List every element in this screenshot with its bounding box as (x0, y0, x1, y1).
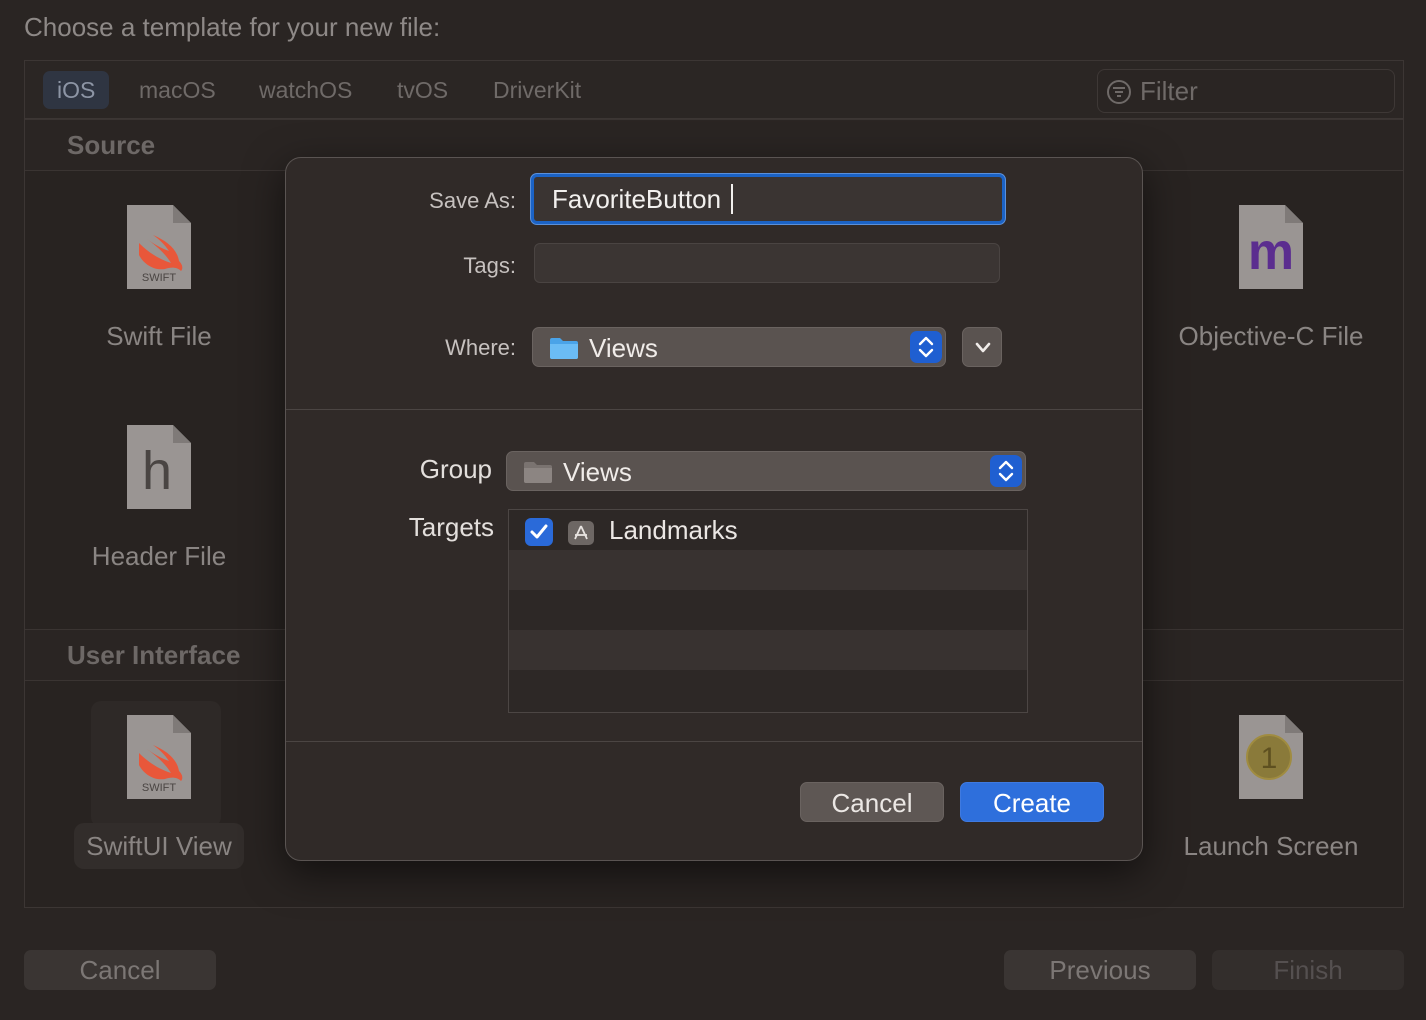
swift-file-icon: SWIFT (127, 205, 191, 289)
filter-field[interactable] (1097, 69, 1395, 113)
template-objc-file[interactable]: m Objective-C File (1179, 203, 1363, 373)
chooser-cancel-button[interactable]: Cancel (24, 950, 216, 990)
group-stepper (990, 455, 1022, 487)
previous-button[interactable]: Previous (1004, 950, 1196, 990)
objc-file-icon: m (1239, 205, 1303, 289)
tags-field[interactable] (534, 243, 1000, 283)
filter-input[interactable] (1140, 74, 1380, 108)
save-sheet: Save As: Tags: Where: Views Group Views (285, 157, 1143, 861)
swiftui-file-icon: SWIFT (127, 715, 191, 799)
app-target-icon (568, 521, 594, 545)
folder-icon (524, 462, 552, 483)
header-file-icon: h (127, 425, 191, 509)
template-swift-file[interactable]: SWIFT Swift File (69, 203, 249, 373)
template-label: SwiftUI View (74, 823, 244, 869)
target-checkbox[interactable] (525, 518, 553, 546)
tab-macos[interactable]: macOS (125, 71, 230, 109)
template-swiftui-view[interactable]: SWIFT SwiftUI View (69, 701, 249, 883)
section-title: Source (67, 130, 156, 160)
target-name: Landmarks (609, 515, 738, 545)
targets-label: Targets (408, 512, 494, 542)
where-value: Views (589, 333, 658, 363)
finish-button[interactable]: Finish (1212, 950, 1404, 990)
cancel-button[interactable]: Cancel (800, 782, 944, 822)
tab-watchos[interactable]: watchOS (245, 71, 366, 109)
checkmark-icon (530, 524, 548, 539)
empty-row (509, 670, 1027, 710)
up-down-chevron-icon (998, 460, 1014, 482)
group-value: Views (563, 457, 632, 487)
target-row[interactable]: Landmarks (509, 510, 1027, 550)
swift-icon-text: SWIFT (142, 272, 176, 284)
empty-row (509, 630, 1027, 670)
create-button[interactable]: Create (960, 782, 1104, 822)
chooser-title: Choose a template for your new file: (24, 12, 441, 42)
swiftui-icon-text: SWIFT (142, 782, 176, 794)
group-popup[interactable]: Views (506, 451, 1026, 491)
header-icon-text: h (142, 441, 172, 501)
expand-browser-button[interactable] (962, 327, 1002, 367)
sheet-divider (286, 409, 1142, 410)
save-as-field[interactable] (531, 174, 1005, 224)
folder-icon (550, 338, 578, 359)
filter-icon (1107, 80, 1131, 104)
up-down-chevron-icon (918, 336, 934, 358)
where-popup[interactable]: Views (532, 327, 946, 367)
targets-list: Landmarks (508, 509, 1028, 713)
where-stepper (910, 331, 942, 363)
tab-ios[interactable]: iOS (43, 71, 110, 109)
template-launch-screen[interactable]: 1 Launch Screen (1181, 713, 1361, 883)
template-header-file[interactable]: h Header File (69, 423, 249, 593)
tags-label: Tags: (463, 253, 516, 278)
save-as-label: Save As: (429, 188, 516, 213)
template-label: Header File (91, 541, 227, 571)
sheet-divider (286, 741, 1142, 742)
group-label: Group (419, 454, 492, 484)
template-label: Swift File (106, 321, 212, 351)
empty-row (509, 550, 1027, 590)
chevron-down-icon (975, 342, 991, 353)
tab-tvos[interactable]: tvOS (383, 71, 462, 109)
objc-icon-text: m (1248, 223, 1294, 281)
tab-driverkit[interactable]: DriverKit (479, 71, 595, 109)
section-title: User Interface (67, 640, 241, 670)
text-caret (731, 184, 733, 214)
where-label: Where: (445, 335, 516, 360)
launch-icon-text: 1 (1261, 742, 1278, 775)
launch-screen-icon: 1 (1239, 715, 1303, 799)
template-label: Launch Screen (1183, 831, 1359, 861)
platform-tab-bar: iOS macOS watchOS tvOS DriverKit (25, 61, 1403, 119)
template-label: Objective-C File (1178, 321, 1364, 351)
empty-row (509, 590, 1027, 630)
